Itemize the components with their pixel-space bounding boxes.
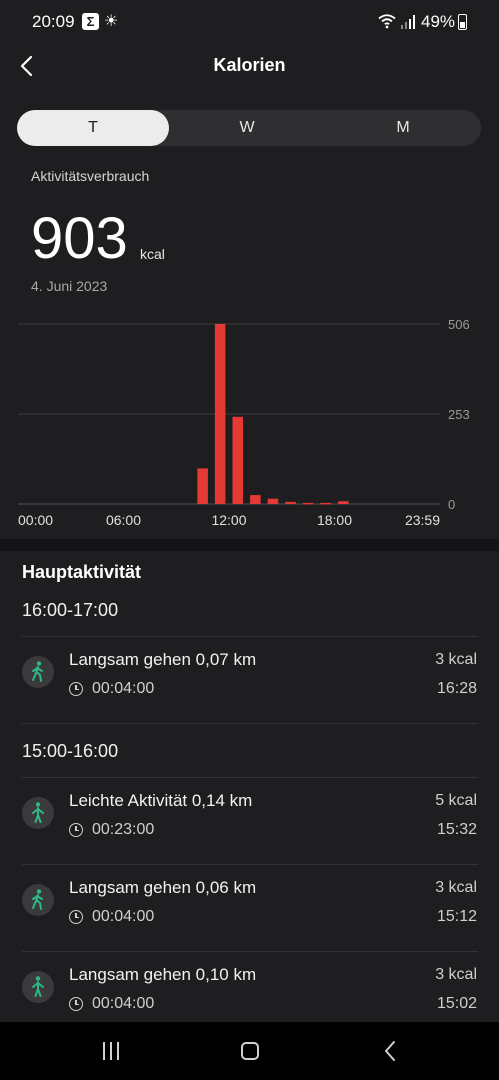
- activity-time: 16:28: [436, 680, 477, 697]
- activity-name: Langsam gehen 0,10 km: [69, 965, 257, 984]
- battery-icon: [458, 14, 467, 30]
- activity-item[interactable]: Leichte Aktivität 0,14 km 00:23:00 5 kca…: [0, 779, 499, 865]
- tab-week[interactable]: W: [169, 110, 325, 146]
- signal-icon: [401, 15, 415, 29]
- chart-bar: [320, 502, 331, 505]
- group-range: 15:00-16:00: [22, 741, 119, 761]
- activity-duration: 00:04:00: [92, 680, 155, 697]
- group-range: 16:00-17:00: [22, 600, 119, 620]
- divider: [22, 951, 478, 952]
- standing-person-icon: [22, 797, 54, 829]
- tab-month[interactable]: M: [325, 110, 481, 146]
- x-tick-label: 23:59: [405, 512, 440, 528]
- sun-icon: ☀: [104, 13, 119, 30]
- page-title: Kalorien: [213, 55, 286, 75]
- period-tabs: T W M: [17, 110, 481, 146]
- walking-icon: [22, 884, 54, 916]
- activity-item[interactable]: Langsam gehen 0,06 km 00:04:00 3 kcal 15…: [0, 866, 499, 952]
- section-divider: [0, 539, 499, 551]
- y-tick-label: 506: [448, 317, 470, 332]
- calorie-value: 903: [31, 206, 128, 271]
- activity-duration: 00:23:00: [92, 821, 155, 838]
- tab-day[interactable]: T: [17, 110, 169, 146]
- clock-icon: [69, 823, 83, 837]
- section-title: Hauptaktivität: [22, 562, 142, 582]
- status-bar: 20:09 Σ ☀ 49%: [0, 0, 499, 46]
- activity-duration: 00:04:00: [92, 995, 155, 1012]
- divider: [22, 777, 478, 778]
- chart-bar: [250, 495, 261, 504]
- x-tick-label: 12:00: [211, 512, 246, 528]
- calorie-unit: kcal: [140, 246, 165, 262]
- y-tick-label: 253: [448, 407, 470, 422]
- summary-date: 4. Juni 2023: [31, 278, 108, 294]
- chart-bar: [302, 502, 314, 505]
- divider: [22, 636, 478, 637]
- chart-bar: [197, 468, 208, 504]
- activity-name: Langsam gehen 0,07 km: [69, 650, 257, 669]
- y-tick-label: 0: [448, 497, 455, 512]
- chart-bar: [214, 324, 226, 504]
- x-tick-label: 18:00: [317, 512, 352, 528]
- activity-time: 15:12: [436, 908, 477, 925]
- metric-label: Aktivitätsverbrauch: [31, 168, 150, 184]
- home-icon[interactable]: [241, 1042, 259, 1060]
- back-icon[interactable]: [383, 1040, 397, 1062]
- x-tick-label: 00:00: [18, 512, 53, 528]
- divider: [22, 723, 478, 724]
- activity-kcal: 3 kcal: [435, 966, 477, 983]
- calorie-bar-chart: 506 253 0 00:00 06:00 12:00 18:00 23:59: [18, 317, 470, 528]
- activity-time: 15:32: [436, 821, 477, 838]
- x-tick-label: 06:00: [106, 512, 141, 528]
- activity-time: 15:02: [436, 995, 477, 1012]
- chart-bar: [285, 501, 296, 504]
- activity-name: Langsam gehen 0,06 km: [69, 878, 257, 897]
- chart-bar: [232, 416, 243, 504]
- system-nav-bar: [0, 1022, 499, 1080]
- activity-kcal: 5 kcal: [435, 792, 477, 809]
- app-header: Kalorien: [0, 46, 499, 86]
- activity-kcal: 3 kcal: [435, 651, 477, 668]
- activity-kcal: 3 kcal: [435, 879, 477, 896]
- battery-percent: 49%: [421, 12, 456, 31]
- clock-icon: [69, 997, 83, 1011]
- activity-name: Leichte Aktivität 0,14 km: [69, 791, 253, 810]
- chart-bar: [267, 498, 279, 504]
- wifi-icon: [378, 14, 396, 29]
- activity-duration: 00:04:00: [92, 908, 155, 925]
- status-time: 20:09: [32, 12, 75, 31]
- activity-item[interactable]: Langsam gehen 0,07 km 00:04:00 3 kcal 16…: [0, 638, 499, 724]
- standing-person-icon: [22, 971, 54, 1003]
- divider: [22, 864, 478, 865]
- sigma-notification-icon: Σ: [82, 13, 99, 30]
- clock-icon: [69, 910, 83, 924]
- walking-icon: [22, 656, 54, 688]
- clock-icon: [69, 682, 83, 696]
- chart-bar: [338, 501, 349, 504]
- recent-apps-icon[interactable]: [101, 1042, 121, 1060]
